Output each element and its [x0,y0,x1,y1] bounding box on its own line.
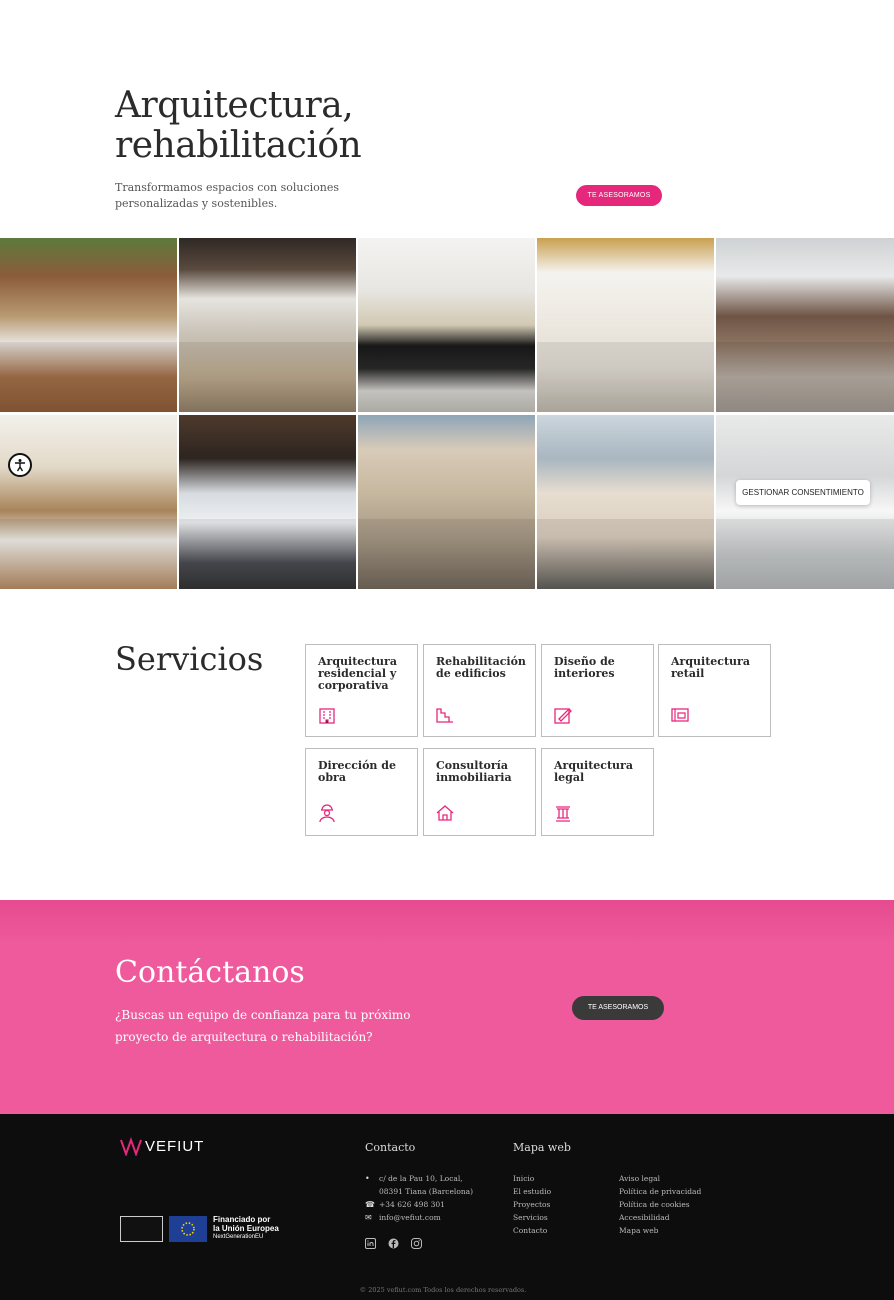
service-card-consultoria[interactable]: Consultoría inmobiliaria [423,748,536,836]
blueprint-icon [671,708,689,722]
column-icon [556,806,570,822]
service-card-interiores[interactable]: Diseño de interiores [541,644,654,737]
service-label: Rehabilitación de edificios [436,655,526,680]
social-links [365,1234,422,1249]
hero-subtitle: Transformamos espacios con soluciones pe… [115,181,339,210]
footer-contact-heading: Contacto [365,1141,416,1154]
address-line2: 08391 Tiana (Barcelona) [379,1187,474,1196]
service-card-rehabilitacion[interactable]: Rehabilitación de edificios [423,644,536,737]
hero-cta-button[interactable]: TE ASESORAMOS [576,185,662,206]
footer-link-servicios[interactable]: Servicios [513,1211,551,1224]
hero-title: Arquitectura, rehabilitación [115,86,535,166]
eu-funding-text: Financiado por la Unión Europea NextGene… [213,1215,279,1242]
location-pin-icon: • [365,1174,370,1183]
instagram-icon[interactable] [411,1234,422,1249]
shop-aisle-photo[interactable] [179,238,356,412]
contact-subtitle: ¿Buscas un equipo de confianza para tu p… [115,1008,411,1044]
service-card-residencial[interactable]: Arquitectura residencial y corporativa [305,644,418,737]
recovery-plan-logo [120,1215,163,1242]
manage-consent-button[interactable]: GESTIONAR CONSENTIMIENTO [736,480,870,505]
balcony-building-photo[interactable] [537,415,714,589]
service-label: Arquitectura legal [554,759,633,784]
grocery-store-photo[interactable] [358,238,535,412]
service-card-retail[interactable]: Arquitectura retail [658,644,771,737]
band-texture [0,900,894,944]
service-label: Arquitectura retail [671,655,750,680]
footer-link-estudio[interactable]: El estudio [513,1185,551,1198]
logo-mark-icon [120,1137,142,1156]
logo-text: VEFIUT [145,1137,205,1155]
eu-flag-icon [169,1215,207,1242]
service-label: Dirección de obra [318,759,396,784]
address-line1: c/ de la Pau 10, Local, [379,1174,463,1183]
linkedin-icon[interactable] [365,1234,376,1249]
eu-line3: NextGenerationEU [213,1234,264,1240]
copyright: © 2025 vefiut.com Todos los derechos res… [359,1286,527,1294]
service-card-legal[interactable]: Arquitectura legal [541,748,654,836]
phone-link[interactable]: +34 626 498 301 [379,1198,445,1211]
footer-contact-info: • c/ de la Pau 10, Local, 08391 Tiana (B… [365,1172,473,1224]
house-icon [436,805,454,821]
car-showroom-photo[interactable] [179,415,356,589]
footer-link-accesibilidad[interactable]: Accesibilidad [619,1211,701,1224]
services-title: Servicios [115,640,264,678]
building-hallway-photo[interactable] [537,238,714,412]
footer-links-col2: Aviso legal Política de privacidad Polít… [619,1172,701,1237]
office-reception-photo[interactable] [716,238,894,412]
eu-line2: la Unión Europea [213,1224,279,1233]
eu-line1: Financiado por [213,1215,271,1224]
facade-photo[interactable] [358,415,535,589]
stairs-icon [436,708,453,723]
email-icon: ✉ [365,1213,372,1222]
contact-cta-button[interactable]: TE ASESORAMOS [572,996,664,1020]
facebook-icon[interactable] [388,1234,399,1249]
restaurant-interior-photo[interactable] [0,415,177,589]
accessibility-icon [15,459,25,472]
footer-links-col1: Inicio El estudio Proyectos Servicios Co… [513,1172,551,1237]
footer-link-privacidad[interactable]: Política de privacidad [619,1185,701,1198]
worker-icon [319,804,335,823]
phone-icon: ☎ [365,1200,375,1209]
service-label: Diseño de interiores [554,655,615,680]
service-card-direccion[interactable]: Dirección de obra [305,748,418,836]
eu-funding-badge: Financiado por la Unión Europea NextGene… [120,1215,279,1242]
vefiut-logo[interactable]: VEFIUT [120,1136,204,1156]
footer-link-contacto[interactable]: Contacto [513,1224,551,1237]
hero-title-line2: rehabilitación [115,125,362,166]
contact-title: Contáctanos [115,955,305,990]
service-label: Arquitectura residencial y corporativa [318,655,397,692]
design-pencil-icon [554,708,572,724]
cafe-interior-photo[interactable] [0,238,177,412]
project-gallery [0,238,894,590]
footer-sitemap-heading: Mapa web [513,1141,571,1154]
hero-title-line1: Arquitectura, [115,85,354,126]
footer-link-cookies[interactable]: Política de cookies [619,1198,701,1211]
footer-link-aviso-legal[interactable]: Aviso legal [619,1172,701,1185]
email-link[interactable]: info@vefiut.com [379,1211,441,1224]
hero-section: Arquitectura, rehabilitación Transformam… [0,0,894,238]
accessibility-button[interactable] [8,453,32,477]
footer-link-inicio[interactable]: Inicio [513,1172,551,1185]
footer-link-proyectos[interactable]: Proyectos [513,1198,551,1211]
building-icon [319,708,335,724]
service-label: Consultoría inmobiliaria [436,759,512,784]
footer-link-mapa-web[interactable]: Mapa web [619,1224,701,1237]
